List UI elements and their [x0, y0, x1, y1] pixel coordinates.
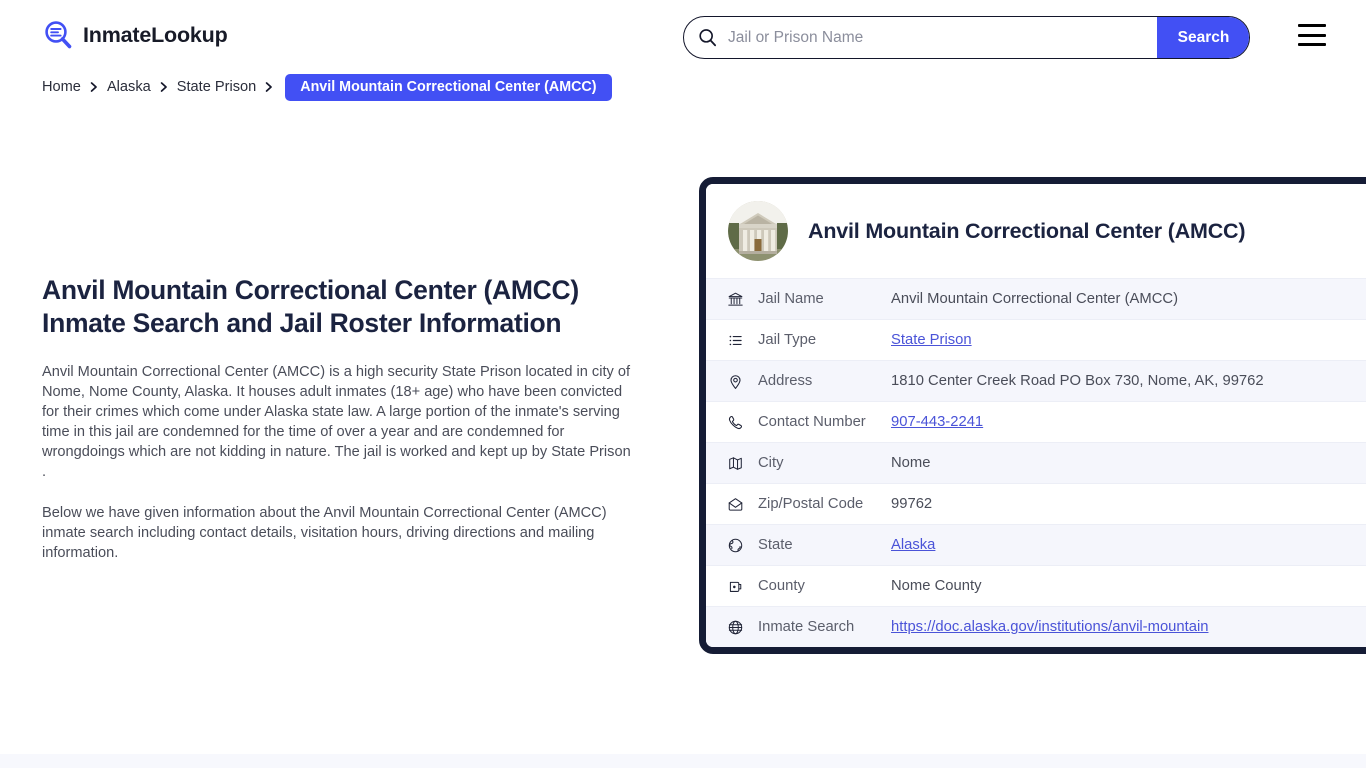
hamburger-menu-icon[interactable]: [1298, 24, 1326, 46]
breadcrumb-item-state-prison[interactable]: State Prison: [177, 79, 257, 95]
envelope-icon: [724, 493, 746, 515]
row-value: Nome: [891, 455, 931, 471]
row-label: Inmate Search: [758, 619, 855, 635]
row-value: Nome County: [891, 578, 982, 594]
row-label: City: [758, 455, 784, 471]
row-label: Jail Name: [758, 291, 824, 307]
row-label: County: [758, 578, 805, 594]
jail-details-table: Jail Name Anvil Mountain Correctional Ce…: [706, 278, 1366, 647]
page-root: InmateLookup Search Home Alaska: [0, 0, 1366, 768]
row-label: State: [758, 537, 793, 553]
jail-info-card: Anvil Mountain Correctional Center (AMCC…: [699, 177, 1366, 654]
hamburger-bar-3: [1298, 43, 1326, 46]
map-icon: [724, 452, 746, 474]
row-value-link[interactable]: https://doc.alaska.gov/institutions/anvi…: [891, 619, 1208, 635]
row-value-link[interactable]: 907-443-2241: [891, 414, 983, 430]
courthouse-building-photo: [728, 201, 788, 261]
table-row: City Nome: [706, 442, 1366, 483]
row-value: 99762: [891, 496, 933, 512]
table-row: State Alaska: [706, 524, 1366, 565]
table-row: Inmate Search https://doc.alaska.gov/ins…: [706, 606, 1366, 647]
magnifier-list-icon: [42, 19, 74, 51]
chevron-right-icon: [160, 81, 168, 93]
list-icon: [724, 329, 746, 351]
table-row: Jail Type State Prison: [706, 319, 1366, 360]
jail-card-title: Anvil Mountain Correctional Center (AMCC…: [808, 218, 1246, 243]
search-button[interactable]: Search: [1157, 17, 1249, 58]
globe-grid-icon: [724, 616, 746, 638]
row-label: Zip/Postal Code: [758, 496, 864, 512]
table-row: Jail Name Anvil Mountain Correctional Ce…: [706, 278, 1366, 319]
article-column: Anvil Mountain Correctional Center (AMCC…: [42, 274, 642, 563]
breadcrumb-current: Anvil Mountain Correctional Center (AMCC…: [285, 73, 612, 101]
row-label: Contact Number: [758, 414, 866, 430]
breadcrumb: Home Alaska State Prison Anvil Mountain …: [42, 73, 612, 101]
table-row: Contact Number 907-443-2241: [706, 401, 1366, 442]
row-label: Address: [758, 373, 813, 389]
row-value-link[interactable]: State Prison: [891, 332, 972, 348]
table-row: Address 1810 Center Creek Road PO Box 73…: [706, 360, 1366, 401]
chevron-right-icon: [90, 81, 98, 93]
row-value: 1810 Center Creek Road PO Box 730, Nome,…: [891, 373, 1264, 389]
location-pin-icon: [724, 370, 746, 392]
page-title: Anvil Mountain Correctional Center (AMCC…: [42, 275, 579, 338]
breadcrumb-item-home[interactable]: Home: [42, 79, 81, 95]
intro-paragraph-2: Below we have given information about th…: [42, 505, 607, 561]
row-value-link[interactable]: Alaska: [891, 537, 935, 553]
hamburger-bar-2: [1298, 33, 1326, 37]
bank-institution-icon: [724, 288, 746, 310]
jail-info-card-header: Anvil Mountain Correctional Center (AMCC…: [706, 184, 1366, 278]
page-bottom-strip: [0, 754, 1366, 768]
chevron-right-icon: [265, 81, 273, 93]
county-marker-icon: [724, 575, 746, 597]
globe-americas-icon: [724, 534, 746, 556]
row-value: Anvil Mountain Correctional Center (AMCC…: [891, 291, 1178, 307]
hamburger-bar-1: [1298, 24, 1326, 27]
table-row: County Nome County: [706, 565, 1366, 606]
intro-paragraph-1: Anvil Mountain Correctional Center (AMCC…: [42, 364, 631, 480]
brand-name: InmateLookup: [83, 22, 228, 47]
search-input[interactable]: [717, 17, 1157, 58]
table-row: Zip/Postal Code 99762: [706, 483, 1366, 524]
row-label: Jail Type: [758, 332, 817, 348]
site-header: InmateLookup Search: [0, 0, 1366, 74]
search-bar[interactable]: Search: [683, 16, 1250, 59]
breadcrumb-item-alaska[interactable]: Alaska: [107, 79, 151, 95]
brand-logo-link[interactable]: InmateLookup: [42, 19, 228, 51]
phone-icon: [724, 411, 746, 433]
search-icon: [698, 28, 717, 47]
